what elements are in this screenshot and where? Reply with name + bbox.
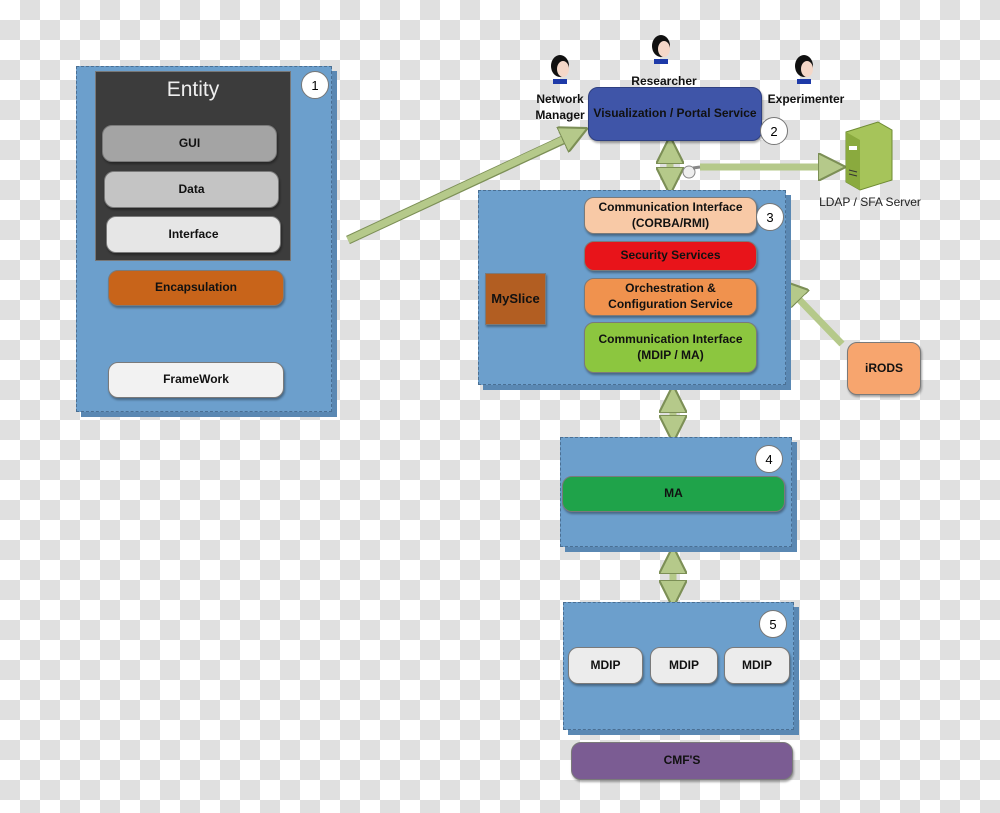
mdip-box-3: MDIP: [724, 647, 790, 684]
myslice-box: MySlice: [485, 273, 546, 325]
comm-interface-corba-box: Communication Interface (CORBA/RMI): [584, 197, 757, 234]
security-services-box: Security Services: [584, 241, 757, 271]
irods-box: iRODS: [847, 342, 921, 395]
experimenter-label: Experimenter: [767, 92, 845, 106]
orchestration-box: Orchestration & Configuration Service: [584, 278, 757, 316]
person-icon-researcher: [652, 35, 670, 64]
ldap-sfa-server-label: LDAP / SFA Server: [819, 195, 921, 209]
number-badge-4: 4: [755, 445, 783, 473]
diagram: Entity GUI Data Interface Encapsulation …: [0, 0, 1000, 813]
comm-interface-mdip-box: Communication Interface (MDIP / MA): [584, 322, 757, 373]
framework-box: FrameWork: [108, 362, 284, 398]
gui-layer: GUI: [102, 125, 277, 162]
cmf-box: CMF'S: [571, 742, 793, 780]
interface-layer: Interface: [106, 216, 281, 253]
ma-box: MA: [562, 476, 785, 512]
person-icon-network-manager: [551, 55, 569, 84]
mdip-box-1: MDIP: [568, 647, 643, 684]
server-icon: [845, 121, 893, 191]
data-layer: Data: [104, 171, 279, 208]
number-badge-3: 3: [756, 203, 784, 231]
entity-title: Entity: [166, 78, 220, 101]
key-icon: [682, 165, 701, 179]
portal-service-box: Visualization / Portal Service: [588, 87, 762, 141]
number-badge-5: 5: [759, 610, 787, 638]
orch-irods-arrow: [790, 290, 845, 347]
encapsulation-box: Encapsulation: [108, 270, 284, 306]
number-badge-1: 1: [301, 71, 329, 99]
network-manager-label: Network Manager: [535, 92, 585, 122]
person-icon-experimenter: [795, 55, 813, 84]
number-badge-2: 2: [760, 117, 788, 145]
mdip-box-2: MDIP: [650, 647, 718, 684]
